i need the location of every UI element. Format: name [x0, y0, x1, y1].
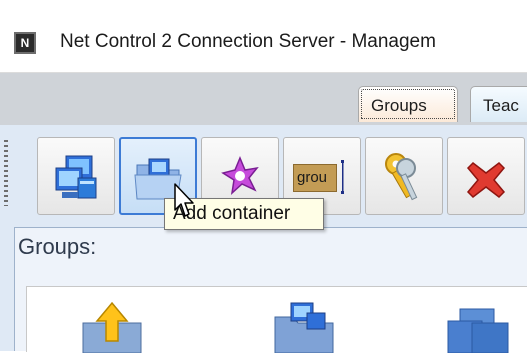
app-icon: N [14, 32, 36, 54]
toolbar-grip[interactable] [4, 140, 8, 206]
permissions-button[interactable] [365, 137, 443, 215]
groups-list[interactable] [26, 286, 527, 353]
rename-text-box: grou [293, 164, 337, 192]
keys-icon [385, 153, 418, 201]
delete-button[interactable] [447, 137, 525, 215]
mouse-pointer-icon [174, 183, 194, 217]
groups-label: Groups: [18, 234, 97, 259]
window-title: Net Control 2 Connection Server - Manage… [60, 31, 436, 52]
tab-groups[interactable]: Groups [358, 86, 458, 122]
text-caret-icon [341, 160, 344, 194]
tab-teachers[interactable]: Teac [470, 86, 527, 122]
folder-up-icon[interactable] [77, 301, 147, 353]
computers-button[interactable] [37, 137, 115, 215]
group-folder-icon[interactable] [442, 305, 512, 353]
computers-icon [55, 155, 97, 199]
delete-icon [466, 162, 506, 198]
folder-computers-icon[interactable] [267, 299, 341, 353]
title-bar: N Net Control 2 Connection Server - Mana… [0, 0, 527, 73]
